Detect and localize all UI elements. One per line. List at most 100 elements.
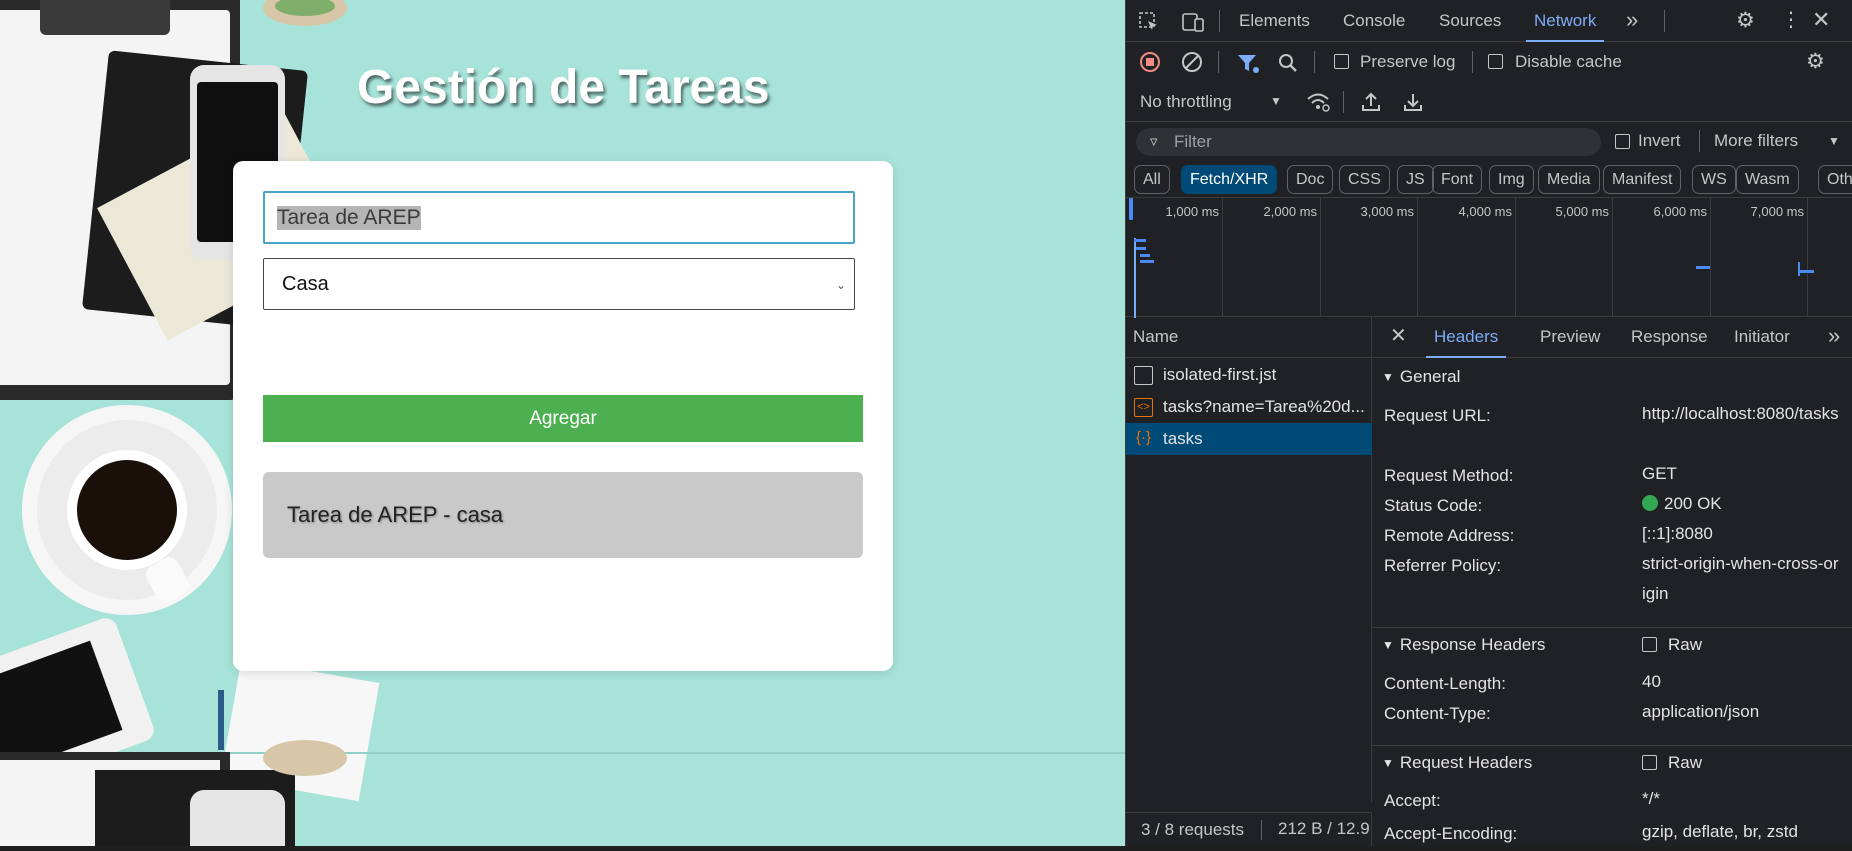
more-tabs-icon[interactable]: » bbox=[1626, 7, 1638, 33]
header-key: Request Method: bbox=[1384, 466, 1514, 485]
tab-console[interactable]: Console bbox=[1343, 11, 1405, 31]
name-column-header[interactable]: Name bbox=[1126, 317, 1371, 358]
export-har-icon[interactable] bbox=[1402, 91, 1424, 113]
header-value: gzip, deflate, br, zstd bbox=[1642, 822, 1798, 841]
timeline-tick: 3,000 ms bbox=[1361, 198, 1418, 317]
header-value: 40 bbox=[1642, 672, 1661, 691]
header-key: Referrer Policy: bbox=[1384, 556, 1502, 575]
header-value: */* bbox=[1642, 789, 1660, 808]
document-icon bbox=[1134, 365, 1153, 385]
task-list-item[interactable]: Tarea de AREP - casa bbox=[263, 472, 863, 558]
close-detail-icon[interactable]: ✕ bbox=[1390, 326, 1407, 346]
type-filter-other[interactable]: Oth bbox=[1818, 165, 1852, 194]
header-key: Content-Type: bbox=[1384, 704, 1491, 723]
request-detail-pane: ✕ Headers Preview Response Initiator » ▼… bbox=[1372, 317, 1852, 810]
timeline-bar bbox=[1140, 260, 1154, 263]
request-headers-section-header[interactable]: ▼ Request Headers Raw bbox=[1372, 745, 1852, 780]
more-filters-button[interactable]: More filters bbox=[1714, 131, 1798, 151]
task-form-card: Tarea de AREP Casa ⌄ Agregar Tarea de AR… bbox=[233, 161, 893, 671]
window-bottom-edge bbox=[0, 846, 1852, 851]
page-title: Gestión de Tareas bbox=[357, 61, 770, 114]
tab-elements[interactable]: Elements bbox=[1239, 11, 1310, 31]
status-ok-icon bbox=[1642, 495, 1658, 511]
header-value: [::1]:8080 bbox=[1642, 524, 1713, 543]
type-filter-ws[interactable]: WS bbox=[1692, 165, 1736, 194]
throttling-select[interactable]: No throttling bbox=[1140, 92, 1232, 112]
invert-label: Invert bbox=[1638, 131, 1681, 150]
tab-preview[interactable]: Preview bbox=[1540, 327, 1600, 347]
general-section-header[interactable]: ▼ General bbox=[1372, 359, 1852, 394]
type-filter-all[interactable]: All bbox=[1134, 165, 1170, 194]
raw-checkbox[interactable] bbox=[1642, 755, 1657, 770]
request-count: 3 / 8 requests bbox=[1141, 820, 1245, 839]
network-conditions-icon[interactable] bbox=[1305, 91, 1331, 113]
header-key: Accept-Encoding: bbox=[1384, 824, 1518, 843]
request-row-selected[interactable]: {·} tasks bbox=[1126, 423, 1372, 455]
timeline-tick: 4,000 ms bbox=[1459, 198, 1516, 317]
request-row[interactable]: isolated-first.jst bbox=[1126, 359, 1372, 391]
invert-checkbox[interactable] bbox=[1615, 134, 1630, 149]
stop-recording-icon[interactable] bbox=[1139, 51, 1161, 73]
add-task-button[interactable]: Agregar bbox=[263, 395, 863, 442]
timeline-bar bbox=[1140, 254, 1150, 257]
devtools-main-toolbar: Elements Console Sources Network » ⚙ ⋮ ✕ bbox=[1126, 0, 1852, 42]
type-filter-fetch-xhr[interactable]: Fetch/XHR bbox=[1181, 165, 1278, 194]
chevron-down-icon: ⌄ bbox=[835, 278, 846, 292]
inspect-element-icon[interactable] bbox=[1138, 11, 1160, 33]
device-toolbar-icon[interactable] bbox=[1181, 11, 1205, 33]
preserve-log-label: Preserve log bbox=[1360, 52, 1456, 71]
request-row[interactable]: <> tasks?name=Tarea%20d... bbox=[1126, 391, 1372, 423]
more-filters-dropdown-icon[interactable]: ▼ bbox=[1828, 135, 1840, 147]
timeline-marker bbox=[1134, 238, 1136, 318]
collapse-triangle-icon: ▼ bbox=[1382, 369, 1394, 384]
header-value: strict-origin-when-cross-origin bbox=[1642, 554, 1839, 603]
more-options-icon[interactable]: ⋮ bbox=[1781, 10, 1801, 30]
network-toolbar: Preserve log Disable cache ⚙ bbox=[1126, 42, 1852, 82]
tab-initiator[interactable]: Initiator bbox=[1734, 327, 1790, 347]
header-key: Accept: bbox=[1384, 791, 1441, 810]
header-key: Remote Address: bbox=[1384, 526, 1515, 545]
search-icon[interactable] bbox=[1277, 52, 1299, 74]
more-detail-tabs-icon[interactable]: » bbox=[1828, 323, 1840, 349]
network-timeline-overview[interactable]: 1,000 ms 2,000 ms 3,000 ms 4,000 ms 5,00… bbox=[1126, 198, 1852, 318]
tab-response[interactable]: Response bbox=[1631, 327, 1708, 347]
settings-gear-icon[interactable]: ⚙ bbox=[1736, 10, 1755, 31]
filter-funnel-icon[interactable] bbox=[1236, 52, 1260, 74]
response-headers-section-header[interactable]: ▼ Response Headers Raw bbox=[1372, 627, 1852, 662]
raw-label: Raw bbox=[1668, 753, 1703, 772]
close-devtools-icon[interactable]: ✕ bbox=[1812, 9, 1830, 31]
type-filter-img[interactable]: Img bbox=[1489, 165, 1534, 194]
type-filter-font[interactable]: Font bbox=[1432, 165, 1483, 194]
filter-input[interactable]: ▿ Filter bbox=[1136, 128, 1601, 156]
category-select[interactable]: Casa ⌄ bbox=[263, 258, 855, 310]
type-filter-js[interactable]: JS bbox=[1397, 165, 1434, 194]
type-filter-doc[interactable]: Doc bbox=[1287, 165, 1334, 194]
preserve-log-checkbox[interactable] bbox=[1334, 54, 1349, 69]
tab-sources[interactable]: Sources bbox=[1439, 11, 1501, 31]
fetch-icon: <> bbox=[1134, 397, 1153, 417]
type-filter-wasm[interactable]: Wasm bbox=[1736, 165, 1799, 194]
collapse-triangle-icon: ▼ bbox=[1382, 638, 1394, 652]
filter-placeholder: Filter bbox=[1174, 132, 1212, 151]
type-filter-manifest[interactable]: Manifest bbox=[1603, 165, 1682, 194]
timeline-tick: 7,000 ms bbox=[1751, 198, 1808, 317]
devtools-panel: Elements Console Sources Network » ⚙ ⋮ ✕… bbox=[1125, 0, 1852, 846]
network-settings-gear-icon[interactable]: ⚙ bbox=[1806, 51, 1825, 72]
type-filter-media[interactable]: Media bbox=[1538, 165, 1600, 194]
disable-cache-checkbox[interactable] bbox=[1488, 54, 1503, 69]
timeline-tick: 6,000 ms bbox=[1654, 198, 1711, 317]
request-list: Name isolated-first.jst <> tasks?name=Ta… bbox=[1126, 317, 1372, 802]
import-har-icon[interactable] bbox=[1360, 91, 1382, 113]
tab-headers[interactable]: Headers bbox=[1425, 327, 1507, 358]
task-name-input[interactable]: Tarea de AREP bbox=[263, 191, 855, 244]
collapse-triangle-icon: ▼ bbox=[1382, 756, 1394, 770]
tab-network[interactable]: Network bbox=[1525, 11, 1605, 42]
timeline-bar bbox=[1696, 266, 1710, 269]
clear-log-icon[interactable] bbox=[1181, 51, 1203, 73]
raw-checkbox[interactable] bbox=[1642, 637, 1657, 652]
throttling-dropdown-icon[interactable]: ▼ bbox=[1270, 95, 1282, 107]
task-app-page: Gestión de Tareas Tarea de AREP Casa ⌄ A… bbox=[0, 0, 1125, 846]
category-value: Casa bbox=[282, 272, 329, 295]
type-filter-css[interactable]: CSS bbox=[1339, 165, 1390, 194]
header-value: application/json bbox=[1642, 702, 1760, 721]
